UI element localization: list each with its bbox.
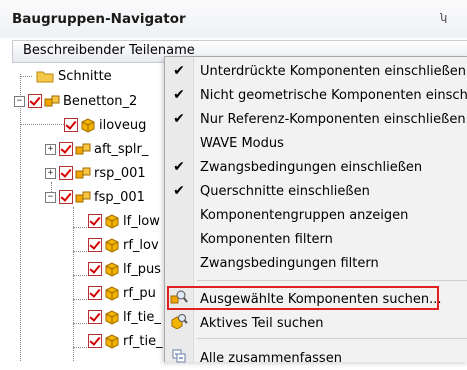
menu-item-reference-only[interactable]: ✔ Nur Referenz-Komponenten einschließen: [165, 107, 467, 131]
tree-node-label: rf_tie_: [123, 333, 163, 349]
tree-node-label: fsp_001: [94, 189, 145, 205]
menu-item-filter-constraints[interactable]: Zwangsbedingungen filtern: [165, 251, 467, 275]
assembly-icon: [75, 167, 91, 179]
checkbox-checked-icon[interactable]: [88, 286, 102, 300]
collapse-all-icon: [172, 349, 186, 363]
tree-node-schnitte[interactable]: Schnitte: [36, 65, 112, 87]
checkmark-icon: ✔: [173, 159, 185, 175]
checkbox-checked-icon[interactable]: [59, 142, 73, 156]
checkbox-checked-icon[interactable]: [64, 118, 78, 132]
tree-node-label: Schnitte: [58, 68, 112, 84]
context-menu: ✔ Unterdrückte Komponenten einschließen …: [164, 56, 467, 366]
tree-node-label: lf_tie_: [123, 309, 161, 325]
tree-node-label: iloveug: [99, 117, 147, 133]
assembly-icon: [75, 143, 91, 155]
tree-node-rf-lov[interactable]: rf_lov: [88, 234, 159, 256]
menu-item-include-constraints[interactable]: ✔ Zwangsbedingungen einschließen: [165, 155, 467, 179]
tree-node-label: Benetton_2: [63, 93, 138, 109]
tree-node-label: lf_pus: [123, 261, 161, 277]
tree-node-iloveug[interactable]: iloveug: [64, 114, 146, 136]
part-icon: [105, 310, 119, 325]
part-icon: [105, 214, 119, 229]
checkbox-checked-icon[interactable]: [88, 262, 102, 276]
checkbox-checked-icon[interactable]: [88, 238, 102, 252]
menu-separator: [197, 338, 467, 339]
tree-node-lf-low[interactable]: lf_low: [88, 210, 160, 232]
folder-icon: [36, 71, 54, 83]
highlight-box: [167, 286, 439, 310]
checkmark-icon: ✔: [173, 183, 185, 199]
checkbox-checked-icon[interactable]: [28, 94, 42, 108]
tree-node-label: lf_low: [123, 213, 160, 229]
collapse-icon[interactable]: −: [14, 95, 25, 107]
panel-titlebar: Baugruppen-Navigator ʮ: [0, 0, 467, 38]
tree-node-lf-tie[interactable]: lf_tie_: [88, 306, 161, 328]
expand-icon[interactable]: +: [45, 143, 56, 155]
tree-node-label: rf_lov: [123, 237, 159, 253]
checkmark-icon: ✔: [173, 111, 185, 127]
tree-node-fsp[interactable]: − fsp_001: [45, 186, 145, 208]
find-active-part-icon: [171, 314, 188, 330]
checkbox-checked-icon[interactable]: [88, 334, 102, 348]
expand-icon[interactable]: +: [45, 167, 56, 179]
tree-node-aft-splr[interactable]: + aft_splr_: [45, 138, 148, 160]
tree-node-benetton[interactable]: − Benetton_2: [14, 90, 137, 112]
menu-item-include-non-geometric[interactable]: ✔ Nicht geometrische Komponenten einsch: [165, 83, 467, 107]
tree-node-label: rsp_001: [94, 165, 146, 181]
pin-icon[interactable]: ʮ: [440, 11, 447, 24]
collapse-icon[interactable]: −: [45, 191, 56, 203]
part-icon: [105, 334, 119, 349]
menu-item-show-component-groups[interactable]: Komponentengruppen anzeigen: [165, 203, 467, 227]
panel-title: Baugruppen-Navigator: [12, 11, 186, 27]
menu-item-include-sections[interactable]: ✔ Querschnitte einschließen: [165, 179, 467, 203]
menu-item-wave-mode[interactable]: WAVE Modus: [165, 131, 467, 155]
assembly-tree: Schnitte − Benetton_2 iloveug + aft_splr…: [0, 62, 170, 361]
menu-item-collapse-all[interactable]: Alle zusammenfassen: [165, 346, 467, 370]
checkbox-checked-icon[interactable]: [88, 310, 102, 324]
menu-separator: [197, 280, 467, 281]
menu-item-filter-components[interactable]: Komponenten filtern: [165, 227, 467, 251]
part-icon: [105, 262, 119, 277]
tree-node-lf-pus[interactable]: lf_pus: [88, 258, 161, 280]
part-icon: [105, 286, 119, 301]
checkbox-checked-icon[interactable]: [59, 166, 73, 180]
assembly-icon: [75, 191, 91, 203]
tree-node-rsp[interactable]: + rsp_001: [45, 162, 146, 184]
tree-node-rf-pu[interactable]: rf_pu: [88, 282, 156, 304]
part-icon: [105, 238, 119, 253]
assembly-icon: [44, 95, 60, 107]
menu-item-find-active-part[interactable]: Aktives Teil suchen: [165, 311, 467, 335]
checkmark-icon: ✔: [173, 87, 185, 103]
checkmark-icon: ✔: [173, 63, 185, 79]
tree-node-label: aft_splr_: [94, 141, 149, 157]
checkbox-checked-icon[interactable]: [88, 214, 102, 228]
part-icon: [81, 118, 95, 133]
tree-node-label: rf_pu: [123, 285, 156, 301]
tree-node-rf-tie[interactable]: rf_tie_: [88, 330, 163, 352]
checkbox-checked-icon[interactable]: [59, 190, 73, 204]
menu-item-include-suppressed[interactable]: ✔ Unterdrückte Komponenten einschließen: [165, 59, 467, 83]
